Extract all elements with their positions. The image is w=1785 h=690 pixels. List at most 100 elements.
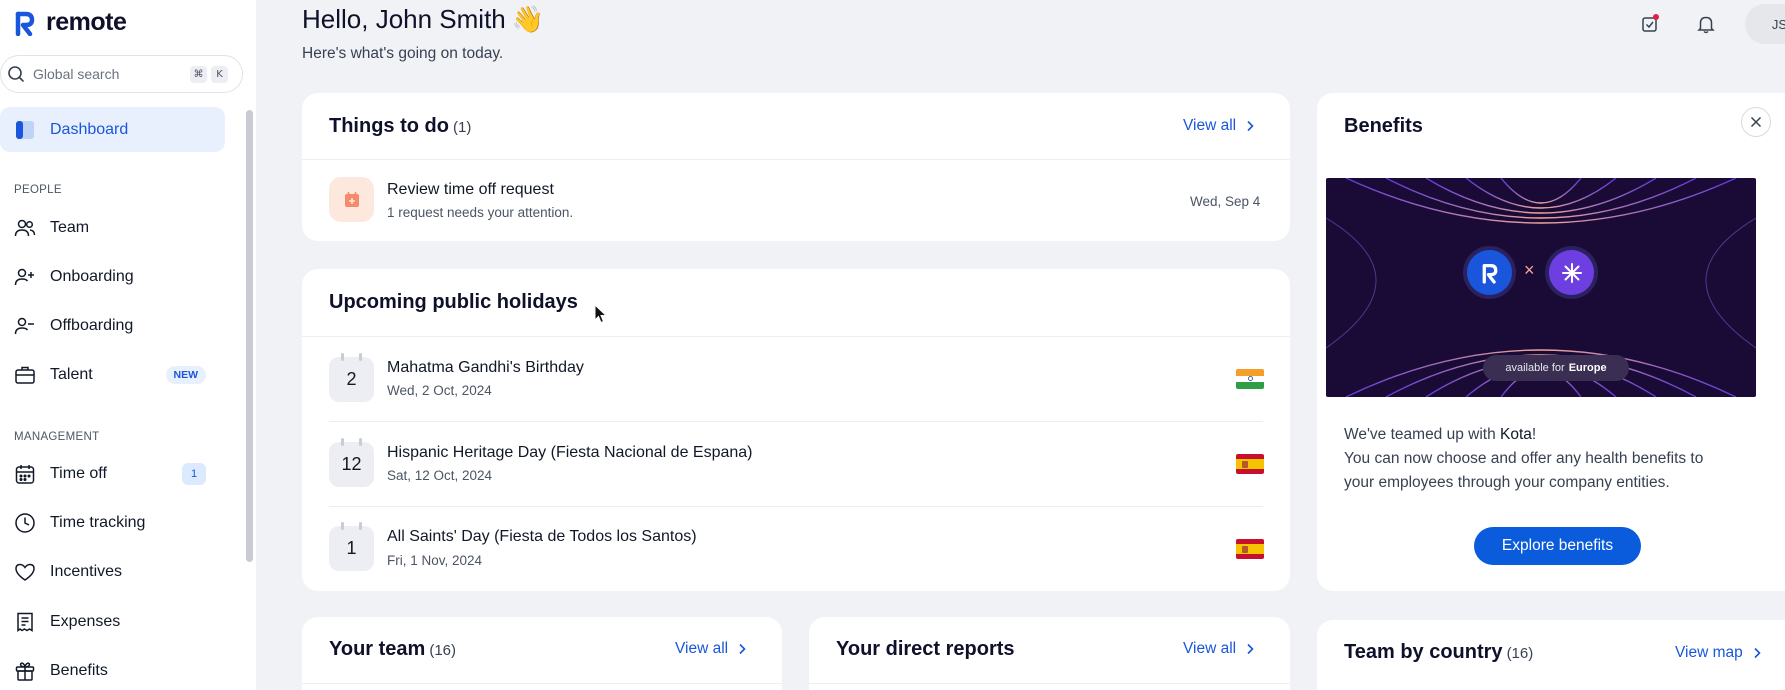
chevron-right-icon [1247, 643, 1254, 655]
section-management: MANAGEMENT [14, 431, 100, 443]
card-title-text: Your team [329, 638, 426, 660]
row-divider [329, 506, 1263, 507]
close-button[interactable] [1741, 107, 1771, 137]
dashboard-icon [16, 120, 34, 139]
todo-count: (1) [452, 119, 472, 136]
spain-flag-icon [1236, 454, 1264, 474]
holiday-date: Wed, 2 Oct, 2024 [387, 383, 492, 398]
card-divider [302, 683, 782, 684]
remote-logo-icon [14, 9, 36, 37]
top-actions: JS [1633, 4, 1785, 44]
sidebar-item-incentives[interactable]: Incentives [14, 555, 224, 589]
view-map-label: View map [1675, 644, 1743, 661]
shortcut-key-k: K [211, 65, 228, 83]
holidays-card: Upcoming public holidays 2 Mahatma Gandh… [302, 269, 1290, 591]
benefits-line-1: We've teamed up with Kota! [1344, 423, 1536, 447]
holiday-name: Mahatma Gandhi's Birthday [387, 359, 584, 376]
sidebar-item-label: Expenses [50, 613, 121, 630]
sidebar-item-onboarding[interactable]: Onboarding [14, 260, 224, 294]
notifications-button[interactable] [1689, 7, 1723, 41]
india-flag-icon [1236, 369, 1264, 389]
bell-icon [1697, 16, 1715, 34]
availability-pill: available for Europe [1483, 355, 1629, 381]
page-subtitle: Here's what's going on today. [302, 45, 504, 62]
your-team-card: Your team (16) View all [302, 617, 782, 690]
benefits-promo-banner[interactable]: × available for Europe [1326, 178, 1756, 397]
promo-separator: × [1524, 260, 1535, 280]
sidebar-item-benefits[interactable]: Benefits [14, 654, 224, 688]
holiday-date: Sat, 12 Oct, 2024 [387, 468, 493, 483]
sidebar-item-expenses[interactable]: Expenses [14, 605, 224, 639]
time-off-count-badge: 1 [182, 463, 206, 485]
sidebar-item-label: Time tracking [50, 514, 146, 531]
sidebar-scrollbar[interactable] [246, 110, 253, 562]
kota-brand-text: Kota [1500, 426, 1532, 443]
holiday-date: Fri, 1 Nov, 2024 [387, 553, 483, 568]
sidebar-item-label: Offboarding [50, 317, 134, 334]
sidebar-item-time-off[interactable]: Time off 1 [14, 457, 224, 491]
avatar-initials: JS [1771, 16, 1785, 32]
logo[interactable]: remote [14, 8, 127, 37]
sidebar: remote Global search ⌘ K Dashboard PEOPL… [0, 0, 256, 690]
team-count: (16) [429, 642, 457, 659]
sidebar-item-time-tracking[interactable]: Time tracking [14, 506, 224, 540]
benefits-line-2: You can now choose and offer any health … [1344, 450, 1704, 467]
sidebar-item-label: Team [50, 219, 90, 236]
reports-view-all-link[interactable]: View all [1183, 640, 1254, 658]
direct-reports-title: Your direct reports [836, 638, 1015, 660]
todo-item-title: Review time off request [387, 181, 554, 198]
holiday-name: All Saints' Day (Fiesta de Todos los San… [387, 528, 697, 545]
direct-reports-card: Your direct reports View all [809, 617, 1290, 690]
view-map-link[interactable]: View map [1675, 644, 1761, 662]
search-shortcut: ⌘ K [190, 65, 232, 83]
gift-icon [15, 662, 35, 681]
line1-prefix: We've teamed up with [1344, 426, 1501, 443]
shortcut-key-cmd: ⌘ [190, 65, 207, 83]
sidebar-item-label: Dashboard [50, 120, 129, 138]
benefits-line-3: your employees through your company enti… [1344, 474, 1670, 491]
your-team-title: Your team (16) [329, 638, 456, 661]
team-by-country-card: Team by country (16) View map [1317, 620, 1785, 690]
section-people: PEOPLE [14, 184, 62, 196]
view-all-label: View all [1183, 640, 1237, 657]
card-divider [809, 683, 1290, 684]
team-icon [14, 219, 36, 237]
holiday-name: Hispanic Heritage Day (Fiesta Nacional d… [387, 444, 753, 461]
heart-icon [15, 563, 35, 581]
benefits-title: Benefits [1344, 115, 1423, 137]
view-all-label: View all [675, 640, 729, 657]
sidebar-item-talent[interactable]: Talent NEW [14, 358, 224, 392]
sidebar-item-label: Talent [50, 366, 93, 383]
receipt-icon [17, 612, 33, 632]
global-search-input[interactable]: Global search ⌘ K [0, 55, 243, 93]
user-avatar[interactable]: JS [1745, 4, 1785, 44]
calendar-date-icon: 2 [329, 353, 374, 402]
card-title-text: Things to do [329, 115, 449, 137]
chevron-right-icon [1754, 647, 1761, 659]
sidebar-item-label: Onboarding [50, 268, 134, 285]
todo-view-all-link[interactable]: View all [1183, 117, 1254, 135]
sidebar-item-label: Time off [50, 465, 107, 482]
tasks-button[interactable] [1633, 7, 1667, 41]
search-icon [8, 66, 24, 82]
notification-dot [1653, 14, 1659, 20]
explore-benefits-button[interactable]: Explore benefits [1474, 527, 1641, 565]
country-count: (16) [1506, 645, 1534, 662]
benefits-card: Benefits × available for Europe We've te… [1317, 93, 1785, 591]
sidebar-item-dashboard[interactable]: Dashboard [0, 107, 225, 152]
card-divider [302, 159, 1290, 160]
team-view-all-link[interactable]: View all [675, 640, 746, 658]
todo-item-date: Wed, Sep 4 [1190, 194, 1261, 209]
briefcase-icon [15, 366, 35, 384]
card-title-text: Team by country [1344, 641, 1503, 663]
sidebar-item-offboarding[interactable]: Offboarding [14, 309, 224, 343]
sidebar-item-team[interactable]: Team [14, 211, 224, 245]
pill-prefix: available for [1505, 362, 1565, 374]
calendar-icon [15, 465, 35, 484]
wave-emoji: 👋 [511, 4, 545, 34]
app-name: remote [46, 8, 127, 36]
things-to-do-card: Things to do (1) View all Review time off… [302, 93, 1290, 241]
calendar-date-icon: 12 [329, 438, 374, 487]
card-divider [302, 336, 1290, 337]
spain-flag-icon [1236, 539, 1264, 559]
